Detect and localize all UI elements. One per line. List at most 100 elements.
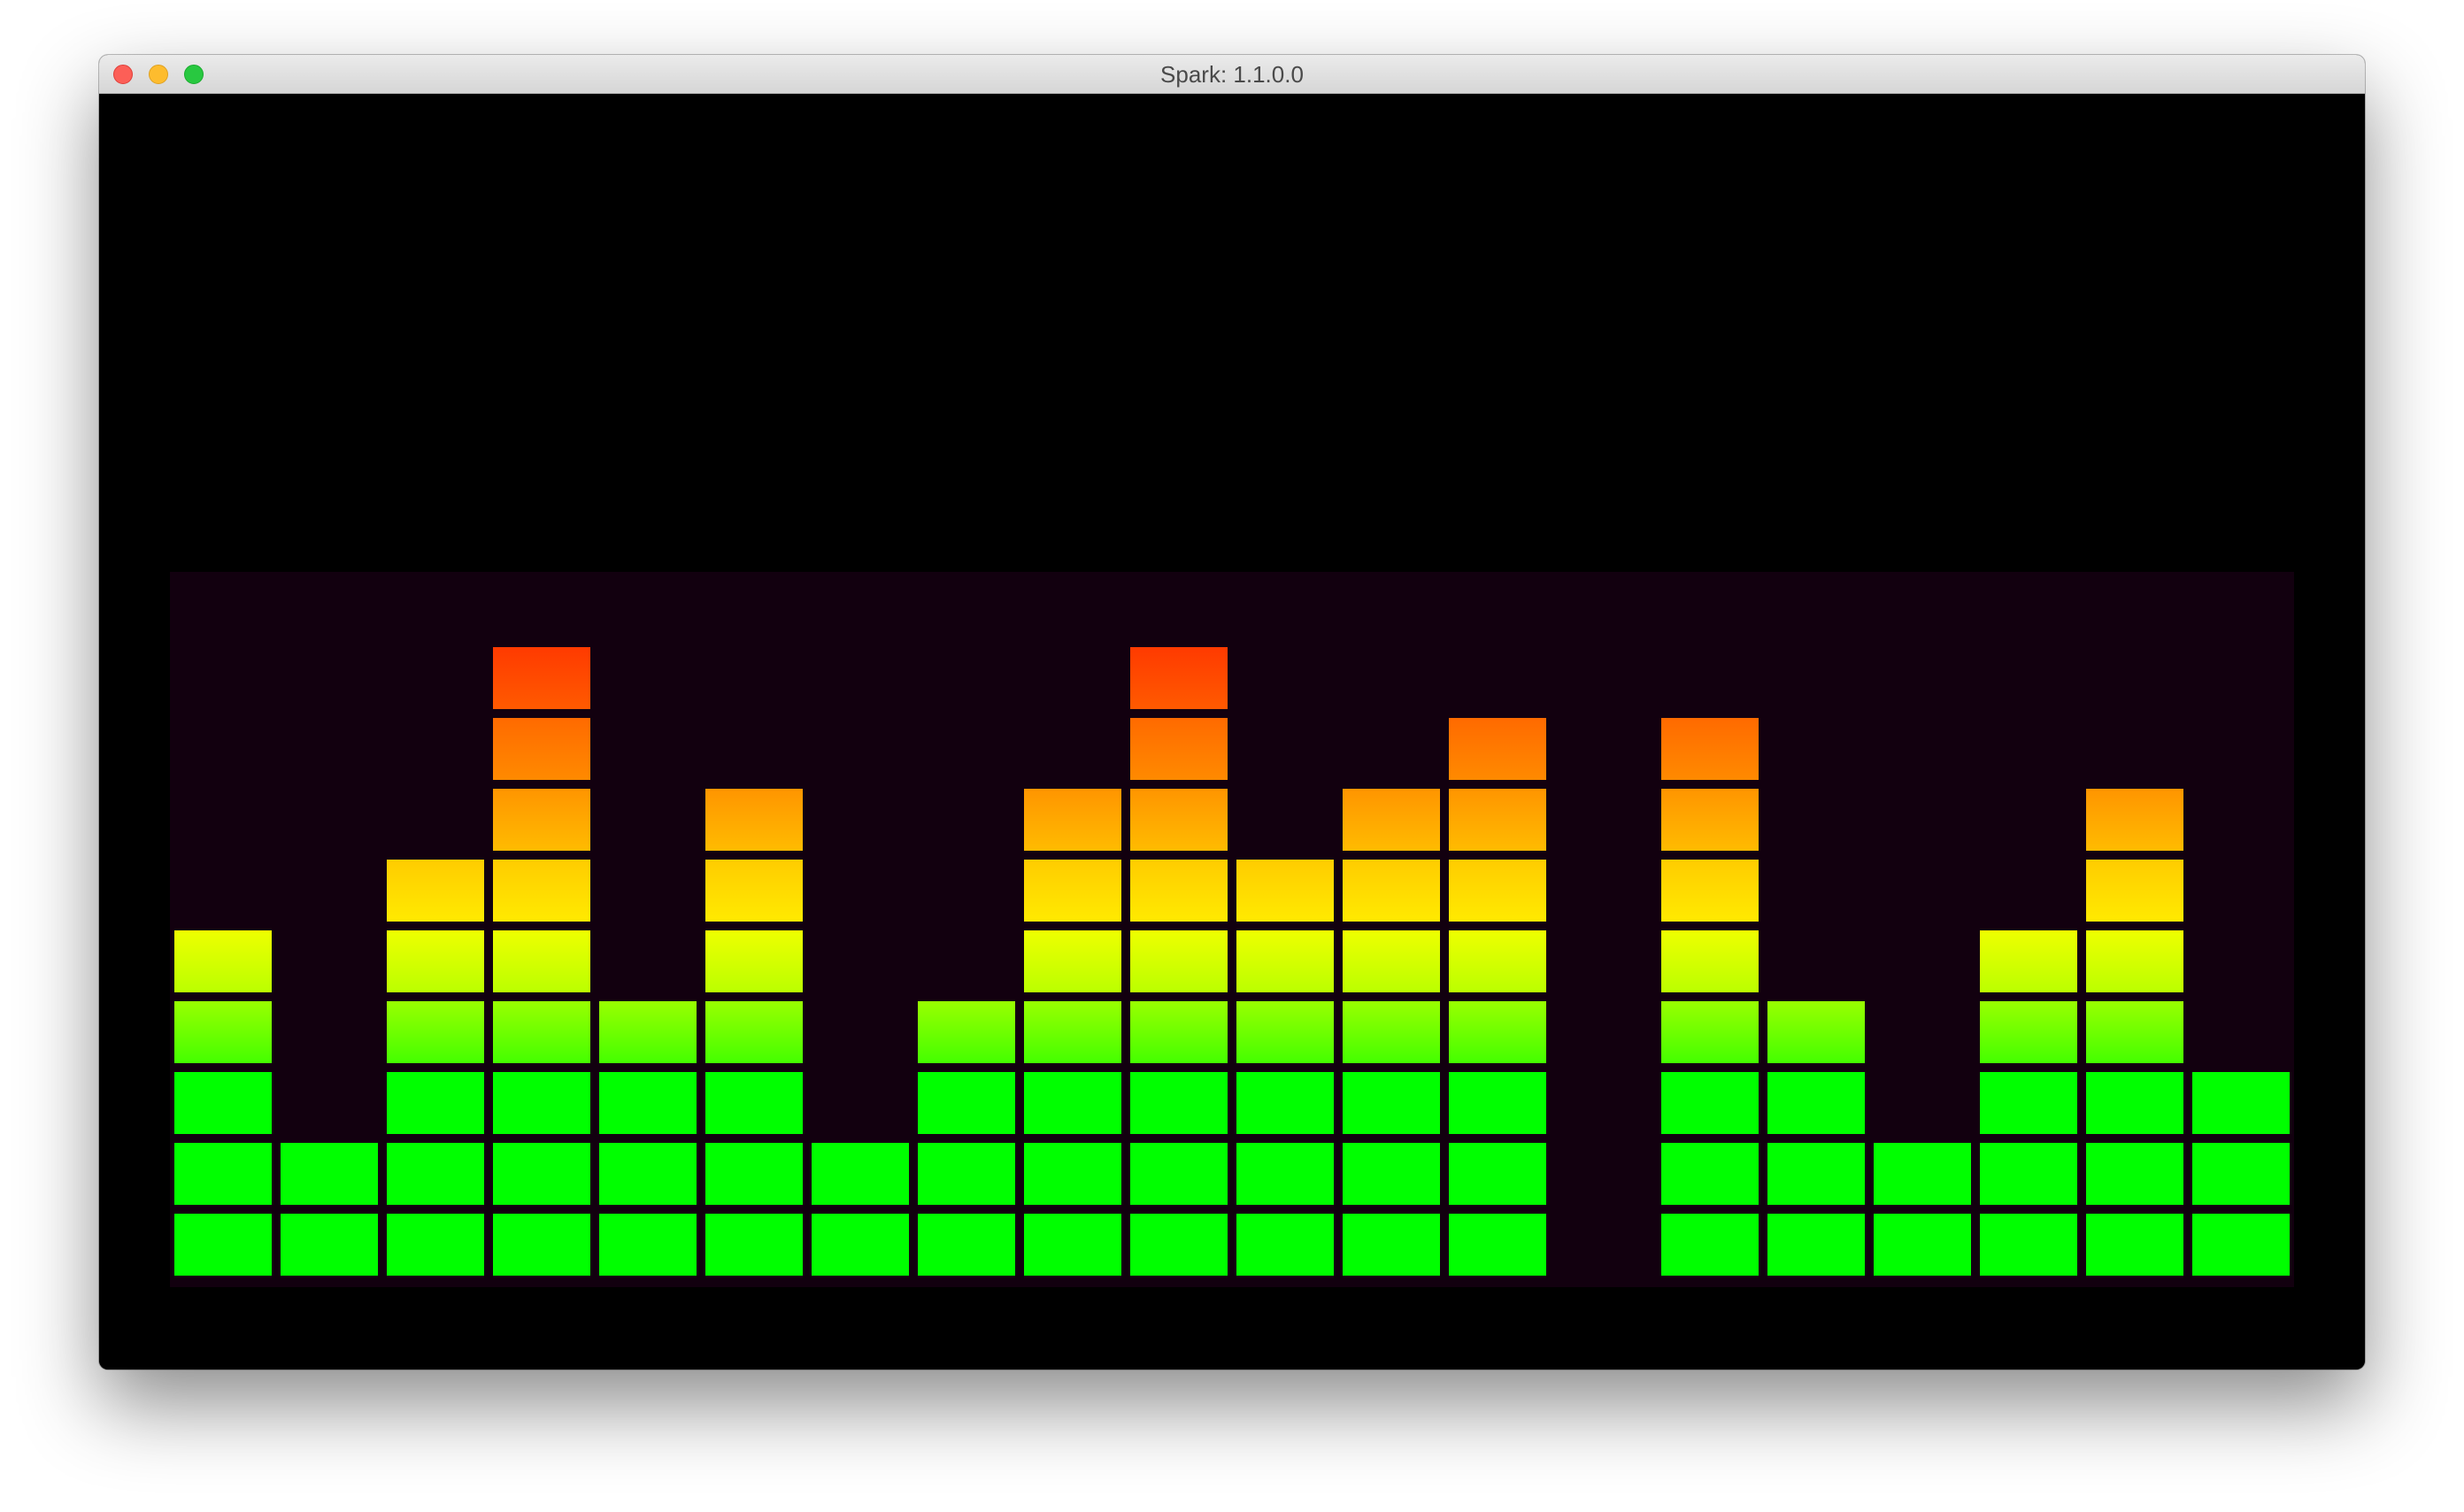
spectrum-bar xyxy=(812,1143,909,1276)
spectrum-bar xyxy=(1449,718,1546,1276)
bar-segment xyxy=(1980,1214,2077,1276)
bar-segment xyxy=(1130,789,1228,851)
bar-segment xyxy=(2086,1214,2183,1276)
spectrum-bars xyxy=(174,647,2290,1276)
title-bar[interactable]: Spark: 1.1.0.0 xyxy=(99,55,2365,94)
bar-segment xyxy=(2086,1072,2183,1134)
bar-segment xyxy=(918,1001,1015,1063)
bar-segment xyxy=(174,1214,272,1276)
bar-segment xyxy=(1980,1072,2077,1134)
bar-segment xyxy=(1874,1214,1971,1276)
bar-segment xyxy=(1449,1214,1546,1276)
bar-segment xyxy=(1874,1143,1971,1205)
bar-segment xyxy=(2086,930,2183,992)
bar-segment xyxy=(1236,930,1334,992)
bar-segment xyxy=(1449,1001,1546,1063)
bar-segment xyxy=(1024,930,1121,992)
bar-segment xyxy=(174,930,272,992)
bar-segment xyxy=(2086,1143,2183,1205)
bar-segment xyxy=(1343,1001,1440,1063)
bar-segment xyxy=(1024,1214,1121,1276)
bar-segment xyxy=(1449,860,1546,922)
bar-segment xyxy=(1767,1143,1865,1205)
bar-segment xyxy=(1130,718,1228,780)
bar-segment xyxy=(1130,1214,1228,1276)
bar-segment xyxy=(1449,1143,1546,1205)
bar-segment xyxy=(2086,789,2183,851)
bar-segment xyxy=(705,930,803,992)
bar-segment xyxy=(493,1001,590,1063)
bar-segment xyxy=(1449,789,1546,851)
bar-segment xyxy=(1024,1001,1121,1063)
bar-segment xyxy=(1130,860,1228,922)
bar-segment xyxy=(1661,860,1759,922)
bar-segment xyxy=(705,1143,803,1205)
bar-segment xyxy=(387,930,484,992)
bar-segment xyxy=(387,1072,484,1134)
bar-segment xyxy=(705,789,803,851)
bar-segment xyxy=(1130,1001,1228,1063)
bar-segment xyxy=(1980,930,2077,992)
spectrum-bar xyxy=(387,860,484,1276)
bar-segment xyxy=(1449,718,1546,780)
bar-segment xyxy=(2192,1072,2290,1134)
bar-segment xyxy=(1661,1072,1759,1134)
bar-segment xyxy=(493,647,590,709)
bar-segment xyxy=(1449,930,1546,992)
spectrum-bar xyxy=(1767,1001,1865,1276)
bar-segment xyxy=(812,1214,909,1276)
bar-segment xyxy=(1661,1143,1759,1205)
bar-segment xyxy=(281,1143,378,1205)
spectrum-bar xyxy=(1661,718,1759,1276)
spectrum-bar xyxy=(1236,860,1334,1276)
bar-segment xyxy=(705,1001,803,1063)
bar-segment xyxy=(1130,647,1228,709)
spectrum-bar xyxy=(705,789,803,1276)
bar-segment xyxy=(1024,789,1121,851)
bar-segment xyxy=(1343,1214,1440,1276)
bar-segment xyxy=(1236,1072,1334,1134)
bar-segment xyxy=(1024,1143,1121,1205)
bar-segment xyxy=(1449,1072,1546,1134)
bar-segment xyxy=(1130,1072,1228,1134)
spectrum-bar xyxy=(1980,930,2077,1276)
bar-segment xyxy=(174,1001,272,1063)
bar-segment xyxy=(1661,1214,1759,1276)
spectrum-bar xyxy=(918,1001,1015,1276)
bar-segment xyxy=(918,1143,1015,1205)
bar-segment xyxy=(2086,860,2183,922)
bar-segment xyxy=(2192,1214,2290,1276)
bar-segment xyxy=(1767,1214,1865,1276)
spectrum-panel xyxy=(170,572,2294,1287)
bar-segment xyxy=(1024,860,1121,922)
bar-segment xyxy=(1236,1143,1334,1205)
bar-segment xyxy=(174,1143,272,1205)
bar-segment xyxy=(1343,1072,1440,1134)
bar-segment xyxy=(387,1214,484,1276)
bar-segment xyxy=(599,1072,697,1134)
desktop: Spark: 1.1.0.0 xyxy=(0,0,2464,1512)
bar-segment xyxy=(1236,860,1334,922)
bar-segment xyxy=(493,930,590,992)
bar-segment xyxy=(705,860,803,922)
bar-segment xyxy=(387,1001,484,1063)
bar-segment xyxy=(599,1143,697,1205)
bar-segment xyxy=(174,1072,272,1134)
bar-segment xyxy=(1661,789,1759,851)
bar-segment xyxy=(281,1214,378,1276)
bar-segment xyxy=(1236,1214,1334,1276)
bar-segment xyxy=(493,1072,590,1134)
bar-segment xyxy=(1661,718,1759,780)
bar-segment xyxy=(1024,1072,1121,1134)
spectrum-bar xyxy=(281,1143,378,1276)
bar-segment xyxy=(599,1001,697,1063)
bar-segment xyxy=(1343,789,1440,851)
bar-segment xyxy=(493,860,590,922)
bar-segment xyxy=(493,789,590,851)
bar-segment xyxy=(493,718,590,780)
spectrum-bar xyxy=(1343,789,1440,1276)
bar-segment xyxy=(1661,930,1759,992)
bar-segment xyxy=(387,860,484,922)
bar-segment xyxy=(1343,860,1440,922)
bar-segment xyxy=(1343,930,1440,992)
